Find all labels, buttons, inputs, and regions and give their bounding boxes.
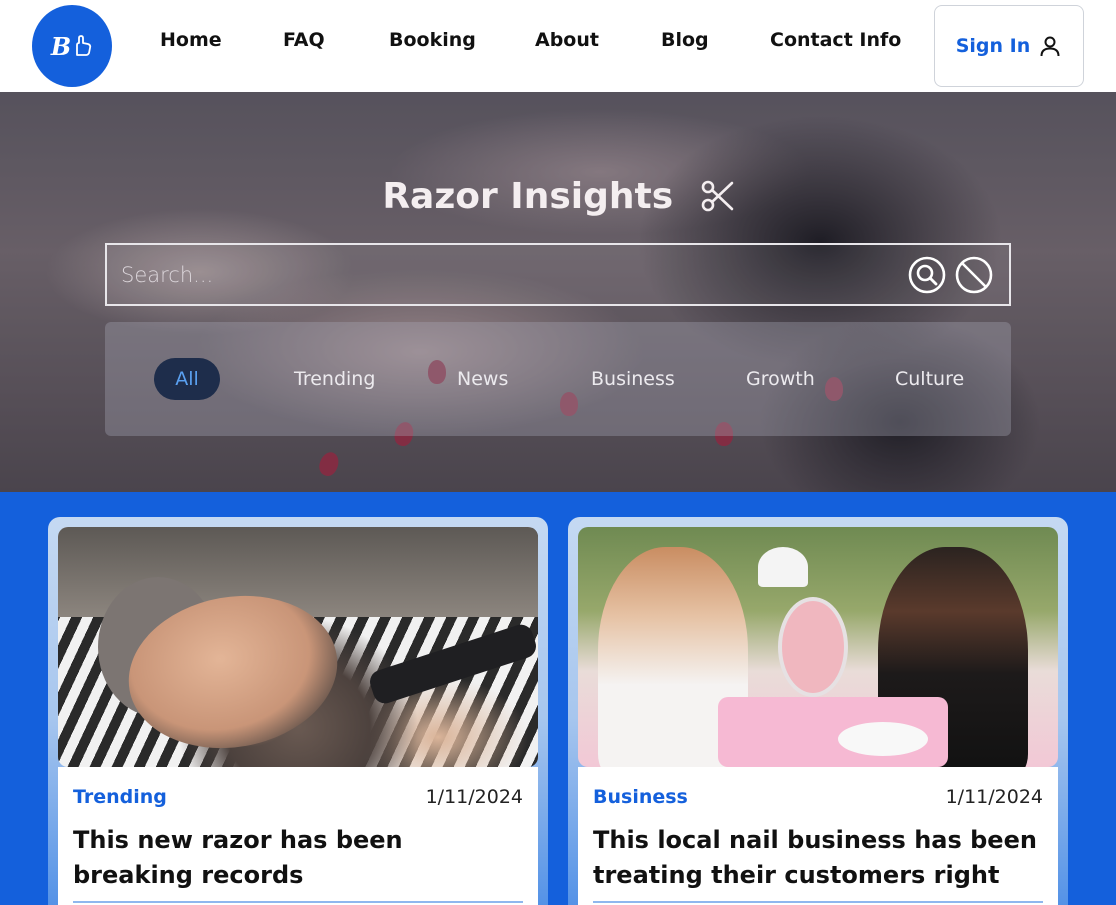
post-image-detail	[778, 597, 848, 697]
post-divider	[593, 901, 1043, 903]
filter-business[interactable]: Business	[591, 358, 675, 400]
search-input[interactable]	[121, 245, 881, 304]
post-image-detail	[366, 621, 538, 707]
nav-booking[interactable]: Booking	[389, 29, 476, 51]
post-date: 1/11/2024	[425, 786, 523, 808]
nav-about[interactable]: About	[535, 29, 599, 51]
top-nav: B Home FAQ Booking About Blog Contact In…	[0, 0, 1116, 92]
hand-icon	[76, 35, 92, 56]
scissors-icon	[701, 180, 733, 212]
sign-in-label: Sign In	[955, 35, 1031, 57]
brand-logo[interactable]: B	[32, 5, 112, 87]
page-title-text: Razor Insights	[382, 175, 674, 217]
filter-trending[interactable]: Trending	[294, 358, 375, 400]
filter-culture[interactable]: Culture	[895, 358, 964, 400]
post-date: 1/11/2024	[945, 786, 1043, 808]
post-category[interactable]: Business	[593, 786, 688, 808]
filter-news[interactable]: News	[457, 358, 508, 400]
blog-posts: Trending 1/11/2024 This new razor has be…	[0, 492, 1116, 905]
post-category[interactable]: Trending	[73, 786, 167, 808]
blog-card[interactable]: Business 1/11/2024 This local nail busin…	[568, 517, 1068, 905]
post-body: Trending 1/11/2024 This new razor has be…	[58, 767, 538, 905]
nav-contact-info[interactable]: Contact Info	[770, 29, 901, 51]
logo-text: B	[50, 31, 71, 61]
post-image-detail	[838, 722, 928, 756]
post-divider	[73, 901, 523, 903]
blog-card[interactable]: Trending 1/11/2024 This new razor has be…	[48, 517, 548, 905]
hero-banner: Razor Insights All Trending News Busines…	[0, 92, 1116, 492]
filter-growth[interactable]: Growth	[746, 358, 815, 400]
clear-icon[interactable]	[955, 256, 993, 294]
post-title[interactable]: This local nail business has been treati…	[593, 823, 1043, 893]
post-body: Business 1/11/2024 This local nail busin…	[578, 767, 1058, 905]
post-image-detail	[758, 547, 808, 587]
post-image	[58, 527, 538, 767]
sign-in-button[interactable]: Sign In	[934, 5, 1084, 87]
nav-faq[interactable]: FAQ	[283, 29, 325, 51]
search-icon[interactable]	[908, 256, 946, 294]
nav-blog[interactable]: Blog	[661, 29, 709, 51]
post-title[interactable]: This new razor has been breaking records	[73, 823, 523, 893]
nav-home[interactable]: Home	[160, 29, 222, 51]
filter-all[interactable]: All	[154, 358, 220, 400]
post-image	[578, 527, 1058, 767]
user-icon	[1040, 36, 1060, 57]
page-title: Razor Insights	[0, 174, 1116, 217]
category-filters: All Trending News Business Growth Cultur…	[105, 322, 1011, 436]
search-bar	[105, 243, 1011, 306]
